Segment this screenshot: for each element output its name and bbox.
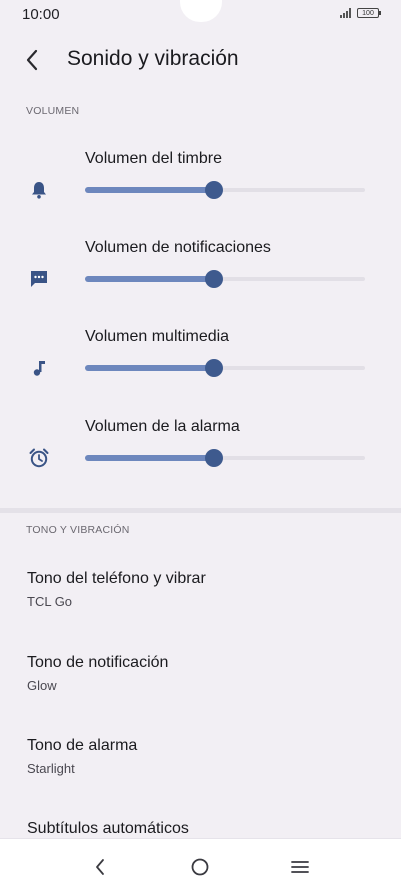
notification-tone-item[interactable]: Tono de notificación Glow [0, 654, 401, 714]
alarm-clock-icon [27, 446, 51, 470]
nav-back-button[interactable] [86, 853, 114, 881]
item-title: Tono del teléfono y vibrar [27, 570, 206, 587]
battery-level: 100 [362, 10, 374, 17]
page-title: Sonido y vibración [67, 47, 239, 70]
item-title: Subtítulos automáticos [27, 820, 189, 837]
slider-fill [85, 187, 214, 193]
nav-home-button[interactable] [186, 853, 214, 881]
item-title: Tono de notificación [27, 654, 169, 671]
status-time: 10:00 [22, 6, 60, 23]
slider-thumb[interactable] [205, 270, 223, 288]
slider-fill [85, 365, 214, 371]
slider-thumb[interactable] [205, 449, 223, 467]
navigation-bar [0, 838, 401, 893]
volume-label: Volumen de notificaciones [85, 239, 271, 256]
status-bar: 10:00 100 [0, 0, 401, 28]
music-note-icon [27, 356, 51, 380]
nav-back-icon [96, 859, 104, 875]
section-header-tone: TONO Y VIBRACIÓN [26, 524, 130, 536]
volume-label: Volumen del timbre [85, 150, 222, 167]
item-subtitle: TCL Go [27, 594, 73, 609]
volume-row-ringtone: Volumen del timbre [0, 150, 401, 230]
slider-fill [85, 276, 214, 282]
slider-fill [85, 455, 214, 461]
volume-row-notifications: Volumen de notificaciones [0, 239, 401, 319]
ringtone-volume-slider[interactable] [85, 181, 365, 199]
notification-volume-slider[interactable] [85, 270, 365, 288]
nav-home-icon [191, 858, 209, 876]
item-subtitle: Starlight [27, 761, 75, 776]
back-arrow-icon [26, 49, 38, 71]
section-header-volume: VOLUMEN [26, 105, 80, 117]
item-title: Tono de alarma [27, 737, 138, 754]
slider-thumb[interactable] [205, 181, 223, 199]
item-subtitle: Glow [27, 678, 57, 693]
signal-icon [340, 8, 351, 18]
camera-notch [180, 0, 222, 22]
volume-row-alarm: Volumen de la alarma [0, 418, 401, 498]
volume-row-media: Volumen multimedia [0, 328, 401, 408]
alarm-volume-slider[interactable] [85, 449, 365, 467]
slider-thumb[interactable] [205, 359, 223, 377]
media-volume-slider[interactable] [85, 359, 365, 377]
bell-icon [27, 178, 51, 202]
back-button[interactable] [16, 44, 48, 76]
nav-recents-button[interactable] [286, 853, 314, 881]
message-icon [27, 267, 51, 291]
volume-label: Volumen de la alarma [85, 418, 240, 435]
battery-icon: 100 [357, 8, 381, 18]
nav-menu-icon [291, 861, 309, 873]
app-header: Sonido y vibración [0, 36, 401, 84]
phone-ringtone-item[interactable]: Tono del teléfono y vibrar TCL Go [0, 570, 401, 630]
alarm-tone-item[interactable]: Tono de alarma Starlight [0, 737, 401, 797]
section-divider [0, 508, 401, 513]
status-icons: 100 [340, 8, 381, 18]
volume-label: Volumen multimedia [85, 328, 230, 345]
